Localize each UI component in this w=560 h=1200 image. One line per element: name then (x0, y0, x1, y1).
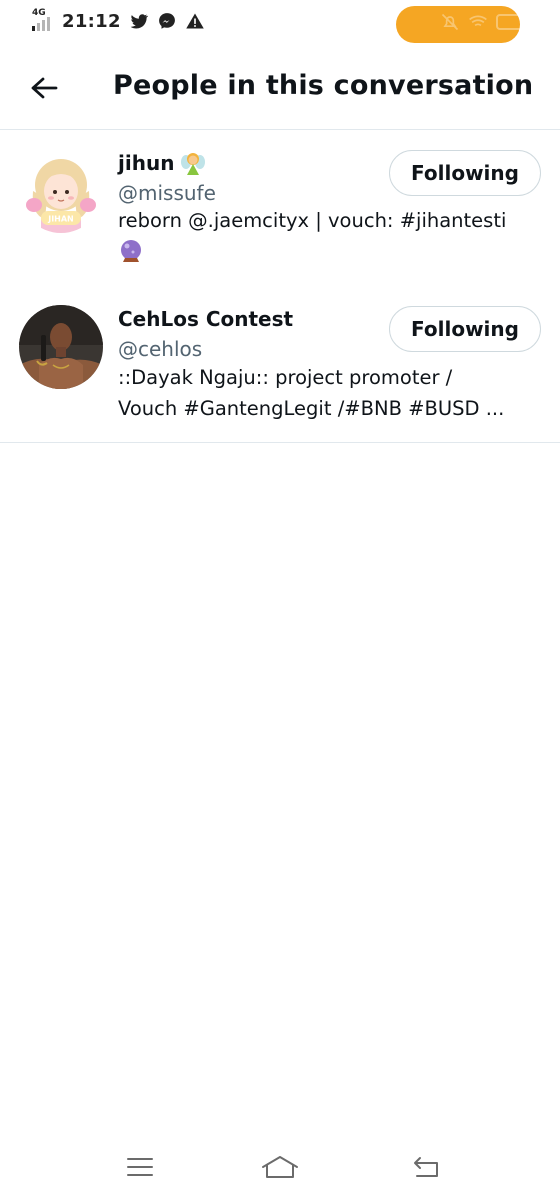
display-name[interactable]: CehLos Contest (118, 307, 293, 331)
menu-button[interactable] (120, 1152, 160, 1182)
status-bar: 4G 21:12 (0, 0, 560, 44)
avatar-photo (19, 305, 103, 389)
name-line: jihun (118, 147, 418, 179)
header: People in this conversation (0, 50, 560, 130)
bio-line: reborn @.jaemcityx | vouch: #jihantesti (118, 209, 507, 232)
home-button[interactable] (260, 1152, 300, 1182)
user-list: JIHAN jihun @missufe reborn @.jaemcityx … (0, 131, 560, 443)
user-info: CehLos Contest @cehlos (118, 303, 418, 363)
avatar-label: JIHAN (47, 215, 74, 224)
menu-icon (127, 1158, 153, 1176)
avatar-illustration: JIHAN (19, 149, 103, 233)
status-time: 21:12 (62, 10, 121, 32)
twitter-icon (130, 14, 148, 29)
messenger-icon (158, 13, 175, 29)
crystal-ball-emoji-icon (121, 240, 141, 262)
warning-icon (186, 13, 204, 29)
home-icon (262, 1156, 298, 1178)
back-nav-button[interactable] (406, 1152, 446, 1182)
bio-line: ::Dayak Ngaju:: project promoter / (118, 366, 453, 389)
list-item[interactable]: CehLos Contest @cehlos ::Dayak Ngaju:: p… (0, 287, 560, 443)
page-title: People in this conversation (113, 70, 534, 101)
back-button[interactable] (26, 70, 62, 106)
user-info: jihun @missufe (118, 147, 418, 207)
user-handle[interactable]: @cehlos (118, 335, 418, 363)
system-nav-bar (0, 1140, 560, 1200)
bio-line: Vouch #GantengLegit /#BNB #BUSD ... (118, 397, 505, 420)
list-item[interactable]: JIHAN jihun @missufe reborn @.jaemcityx … (0, 131, 560, 287)
user-bio: reborn @.jaemcityx | vouch: #jihantesti (118, 205, 538, 266)
following-button[interactable]: Following (389, 150, 541, 196)
fairy-emoji-icon (181, 153, 206, 175)
name-line: CehLos Contest (118, 303, 418, 335)
arrow-left-icon (31, 77, 58, 99)
display-name[interactable]: jihun (118, 151, 174, 175)
back-icon (414, 1157, 438, 1177)
following-button[interactable]: Following (389, 306, 541, 352)
user-bio: ::Dayak Ngaju:: project promoter / Vouch… (118, 362, 538, 424)
battery-icon (496, 14, 531, 30)
status-bar-right (440, 12, 532, 32)
avatar[interactable] (19, 305, 103, 389)
status-bar-left: 4G 21:12 (30, 8, 205, 32)
signal-icon: 4G (30, 8, 54, 32)
mute-icon (441, 13, 459, 31)
user-handle[interactable]: @missufe (118, 179, 418, 207)
avatar[interactable]: JIHAN (19, 149, 103, 233)
wifi-icon (469, 15, 487, 27)
